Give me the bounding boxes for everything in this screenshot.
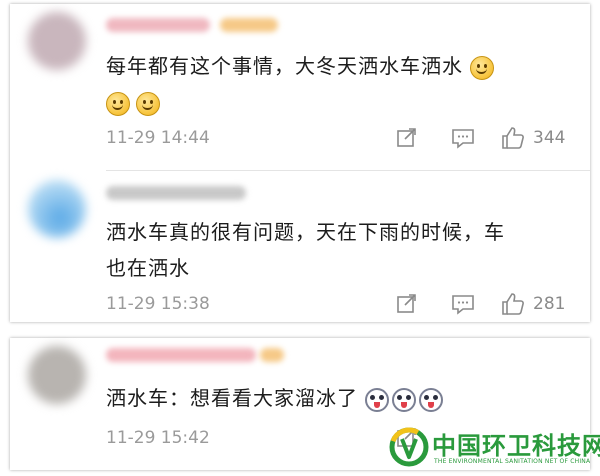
comment-text: 洒水车：想看看大家溜冰了	[106, 380, 566, 416]
like-count: 344	[533, 128, 566, 148]
comment-time: 11-29 14:44	[106, 128, 210, 148]
like-icon[interactable]	[499, 124, 527, 152]
share-icon[interactable]	[393, 124, 421, 152]
username-blurred[interactable]	[106, 18, 210, 32]
share-icon[interactable]	[393, 290, 421, 318]
smiley-emoji	[470, 55, 495, 80]
smiley-emoji	[136, 91, 160, 116]
comment-text: 洒水车真的很有问题，天在下雨的时候，车 也在洒水	[106, 214, 566, 286]
comment-time: 11-29 15:38	[106, 294, 210, 314]
smiley-emoji	[106, 91, 130, 116]
comment-meta: 11-29 14:44 344	[106, 124, 576, 154]
site-watermark: 中国环卫科技网 THE ENVIRONMENTAL SANITATION NET…	[388, 424, 600, 474]
comment-text-line: 也在洒水	[106, 256, 190, 280]
avatar[interactable]	[28, 12, 86, 70]
husky-emoji	[365, 387, 390, 412]
husky-emoji	[392, 387, 417, 412]
comment-icon[interactable]	[449, 124, 477, 152]
comment-panel-top: 每年都有这个事情，大冬天洒水车洒水 11-29 14:44 344 洒水车真的很…	[10, 4, 590, 322]
like-icon[interactable]	[499, 290, 527, 318]
user-badge-blurred	[260, 348, 284, 362]
comment-text-line: 洒水车真的很有问题，天在下雨的时候，车	[106, 220, 505, 244]
comment-icon[interactable]	[449, 290, 477, 318]
comment-text-content: 洒水车：想看看大家溜冰了	[106, 386, 358, 410]
username-blurred[interactable]	[106, 186, 246, 200]
watermark-title: 中国环卫科技网	[432, 432, 600, 460]
comment-meta: 11-29 15:38 281	[106, 290, 576, 320]
watermark-logo-icon	[389, 427, 429, 467]
username-blurred[interactable]	[106, 348, 256, 362]
screenshot-collage: 每年都有这个事情，大冬天洒水车洒水 11-29 14:44 344 洒水车真的很…	[0, 0, 600, 476]
husky-emoji	[419, 387, 444, 412]
comment-item: 每年都有这个事情，大冬天洒水车洒水 11-29 14:44 344	[10, 4, 590, 164]
comment-text-content: 每年都有这个事情，大冬天洒水车洒水	[106, 54, 463, 78]
avatar[interactable]	[28, 346, 86, 404]
like-count: 281	[533, 294, 566, 314]
avatar[interactable]	[28, 180, 86, 238]
user-badge-blurred	[220, 18, 278, 32]
comment-item: 洒水车真的很有问题，天在下雨的时候，车 也在洒水 11-29 15:38 281	[10, 170, 590, 322]
comment-time: 11-29 15:42	[106, 428, 210, 448]
watermark-subtitle: THE ENVIRONMENTAL SANITATION NET OF CHIN…	[434, 458, 591, 465]
comment-text: 每年都有这个事情，大冬天洒水车洒水	[106, 48, 566, 120]
